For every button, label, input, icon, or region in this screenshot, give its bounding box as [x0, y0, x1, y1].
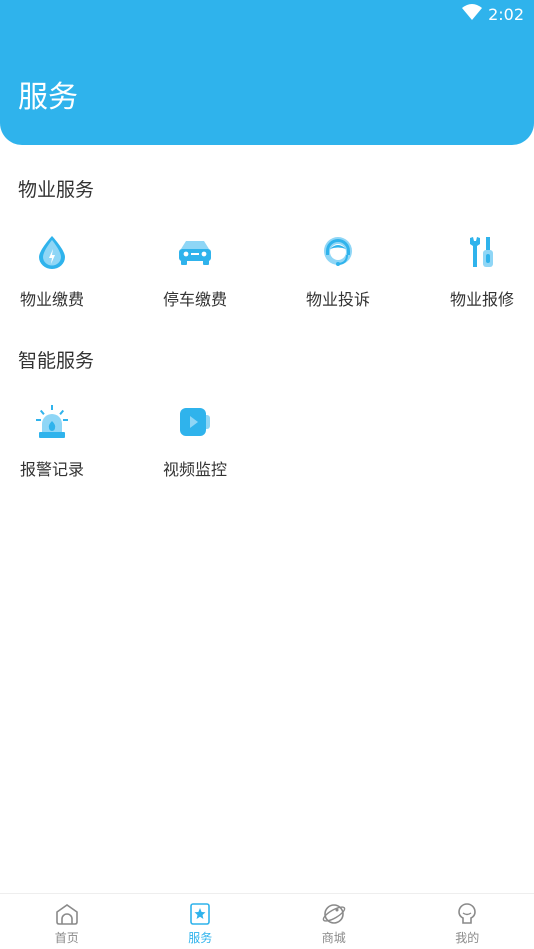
grid-item-property-complaint[interactable]: 物业投诉	[278, 232, 398, 316]
grid-item-label: 物业缴费	[19, 290, 84, 309]
video-camera-icon	[175, 402, 215, 442]
tab-home[interactable]: 首页	[0, 894, 134, 949]
car-icon	[175, 232, 215, 272]
tab-mine[interactable]: 我的	[401, 894, 534, 949]
grid-item-property-fee[interactable]: 物业缴费	[0, 232, 112, 316]
planet-icon	[321, 901, 347, 927]
grid-item-label: 视频监控	[162, 460, 227, 479]
home-icon	[54, 901, 80, 927]
repair-tools-icon	[462, 232, 502, 272]
grid-item-label: 物业投诉	[305, 290, 370, 309]
tab-label: 首页	[54, 931, 79, 945]
customer-service-icon	[318, 232, 358, 272]
status-bar: 2:02	[462, 4, 524, 24]
section-title-smart: 智能服务	[18, 350, 95, 372]
grid-item-label: 停车缴费	[162, 290, 227, 309]
grid-item-parking-fee[interactable]: 停车缴费	[135, 232, 255, 316]
profile-icon	[454, 901, 480, 927]
wifi-icon	[462, 4, 483, 24]
grid-item-property-repair[interactable]: 物业报修	[422, 232, 534, 316]
tab-label: 我的	[455, 931, 480, 945]
section-title-property: 物业服务	[18, 179, 95, 201]
alarm-light-icon	[32, 402, 72, 442]
grid-item-label: 报警记录	[19, 460, 84, 479]
grid-item-alarm-record[interactable]: 报警记录	[0, 402, 112, 486]
tab-mall[interactable]: 商城	[267, 894, 401, 949]
tab-service[interactable]: 服务	[134, 894, 268, 949]
grid-item-label: 物业报修	[449, 290, 514, 309]
header: 2:02 服务	[0, 0, 534, 145]
tab-label: 商城	[321, 931, 346, 945]
water-drop-bolt-icon	[32, 232, 72, 272]
status-time: 2:02	[488, 4, 524, 24]
page-title: 服务	[18, 80, 78, 115]
service-star-icon	[187, 901, 213, 927]
bottom-tab-bar: 首页 服务 商城 我的	[0, 893, 534, 949]
grid-item-video-monitor[interactable]: 视频监控	[135, 402, 255, 486]
tab-label: 服务	[188, 931, 213, 945]
